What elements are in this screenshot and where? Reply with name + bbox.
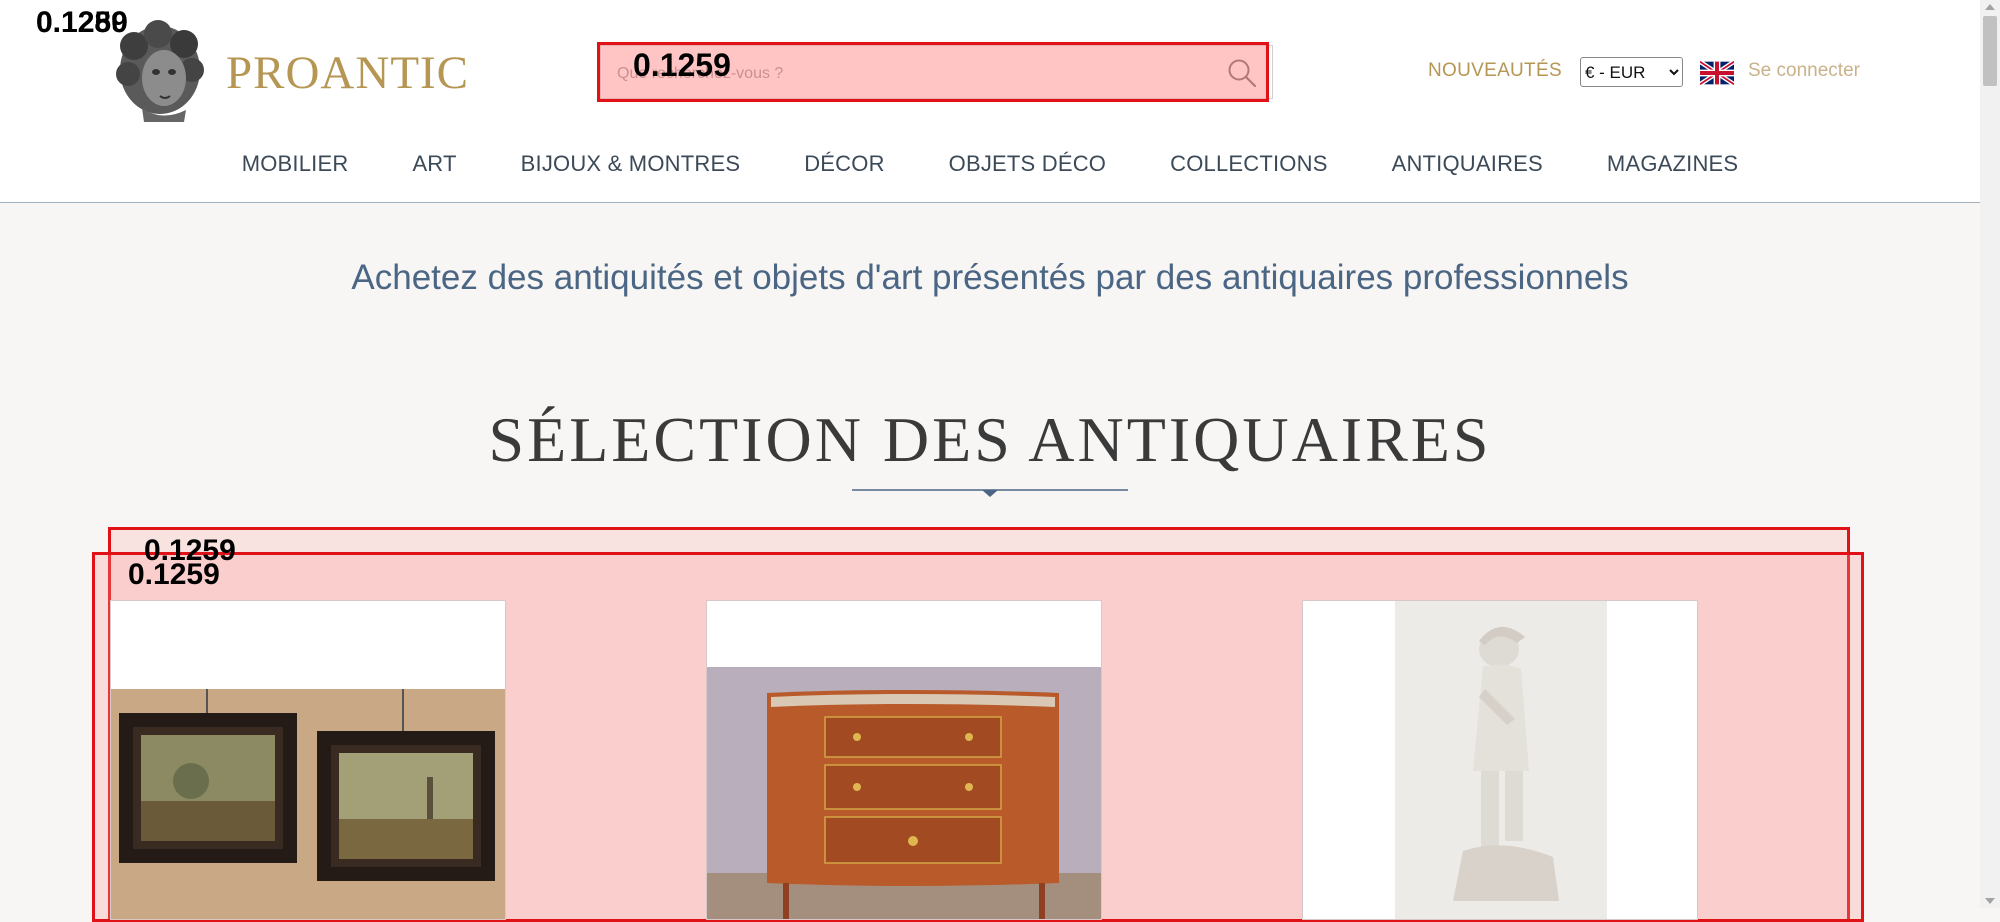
scroll-up-icon[interactable] — [1985, 4, 1995, 10]
nav-item-antiquaires[interactable]: ANTIQUAIRES — [1360, 148, 1575, 180]
scroll-thumb[interactable] — [1983, 16, 1997, 86]
logo-score-label-2: 0.1259 — [36, 6, 128, 39]
title-divider — [852, 489, 1128, 497]
commode-image — [707, 601, 1101, 919]
product-card-statue[interactable] — [1302, 600, 1698, 920]
page-scrollbar[interactable] — [1980, 0, 2000, 908]
uk-flag-icon[interactable] — [1700, 61, 1734, 85]
nav-item-mobilier[interactable]: MOBILIER — [210, 148, 381, 180]
nav-item-objets-deco[interactable]: OBJETS DÉCO — [917, 148, 1138, 180]
search-score-label: 0.1259 — [633, 47, 731, 83]
framed-paintings-image — [111, 601, 505, 919]
nav-item-collections[interactable]: COLLECTIONS — [1138, 148, 1359, 180]
section-title: SÉLECTION DES ANTIQUAIRES — [488, 404, 1492, 475]
login-link[interactable]: Se connecter — [1748, 60, 1860, 82]
logo-text[interactable]: PROANTIC — [226, 46, 469, 100]
product-card-paintings[interactable] — [110, 600, 506, 920]
nav-item-bijoux-montres[interactable]: BIJOUX & MONTRES — [489, 148, 773, 180]
nouveautes-link[interactable]: NOUVEAUTÉS — [1428, 60, 1562, 82]
nav-item-magazines[interactable]: MAGAZINES — [1575, 148, 1770, 180]
statue-image — [1303, 601, 1697, 919]
main-nav: MOBILIER ART BIJOUX & MONTRES DÉCOR OBJE… — [0, 148, 1980, 180]
nav-item-decor[interactable]: DÉCOR — [772, 148, 916, 180]
product-card-commode[interactable] — [706, 600, 1102, 920]
nav-item-art[interactable]: ART — [380, 148, 488, 180]
currency-select[interactable]: € - EUR — [1580, 57, 1683, 87]
scroll-down-icon[interactable] — [1985, 898, 1995, 904]
page-tagline: Achetez des antiquités et objets d'art p… — [351, 258, 1629, 297]
carousel-score-label-2: 0.1259 — [128, 558, 220, 591]
